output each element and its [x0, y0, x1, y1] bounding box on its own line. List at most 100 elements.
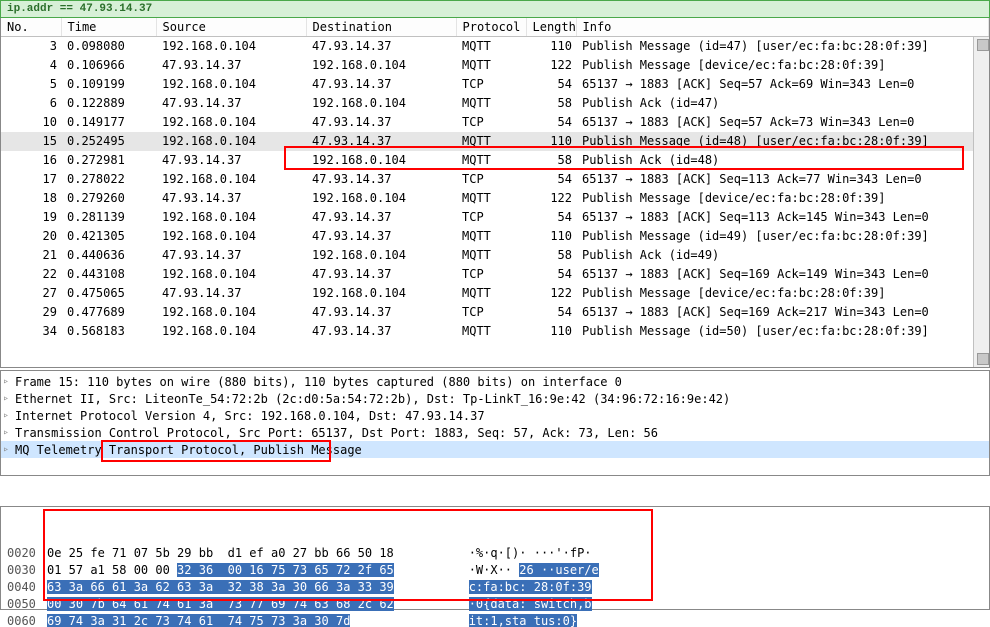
cell: 192.168.0.104 [306, 56, 456, 75]
table-row[interactable]: 190.281139192.168.0.10447.93.14.37TCP546… [1, 208, 989, 227]
cell: 47.93.14.37 [156, 189, 306, 208]
cell: 0.109199 [61, 75, 156, 94]
filter-text: ip.addr == 47.93.14.37 [7, 3, 152, 15]
cell: 0.281139 [61, 208, 156, 227]
cell: MQTT [456, 132, 526, 151]
table-row[interactable]: 220.443108192.168.0.10447.93.14.37TCP546… [1, 265, 989, 284]
cell: 0.475065 [61, 284, 156, 303]
cell: 192.168.0.104 [306, 284, 456, 303]
col-dst[interactable]: Destination [306, 18, 456, 37]
table-row[interactable]: 210.44063647.93.14.37192.168.0.104MQTT58… [1, 246, 989, 265]
hex-row[interactable]: 005000 30 7b 64 61 74 61 3a 73 77 69 74 … [7, 596, 983, 613]
hex-bytes: 00 30 7b 64 61 74 61 3a 73 77 69 74 63 6… [47, 596, 447, 613]
table-row[interactable]: 50.109199192.168.0.10447.93.14.37TCP5465… [1, 75, 989, 94]
cell: 0.272981 [61, 151, 156, 170]
packet-header-row[interactable]: No. Time Source Destination Protocol Len… [1, 18, 989, 37]
cell: MQTT [456, 322, 526, 341]
cell: 192.168.0.104 [306, 246, 456, 265]
hex-addr: 0040 [7, 579, 47, 596]
cell: 65137 → 1883 [ACK] Seq=169 Ack=217 Win=3… [576, 303, 989, 322]
hex-row[interactable]: 006069 74 3a 31 2c 73 74 61 74 75 73 3a … [7, 613, 983, 627]
cell: 47.93.14.37 [156, 284, 306, 303]
table-row[interactable]: 290.477689192.168.0.10447.93.14.37TCP546… [1, 303, 989, 322]
table-row[interactable]: 180.27926047.93.14.37192.168.0.104MQTT12… [1, 189, 989, 208]
cell: MQTT [456, 246, 526, 265]
packet-list-pane[interactable]: No. Time Source Destination Protocol Len… [0, 18, 990, 368]
cell: TCP [456, 265, 526, 284]
col-info[interactable]: Info [576, 18, 989, 37]
col-src[interactable]: Source [156, 18, 306, 37]
table-row[interactable]: 150.252495192.168.0.10447.93.14.37MQTT11… [1, 132, 989, 151]
cell: MQTT [456, 151, 526, 170]
table-row[interactable]: 200.421305192.168.0.10447.93.14.37MQTT11… [1, 227, 989, 246]
cell: 110 [526, 227, 576, 246]
cell: 192.168.0.104 [306, 94, 456, 113]
table-row[interactable]: 170.278022192.168.0.10447.93.14.37TCP546… [1, 170, 989, 189]
detail-line[interactable]: Frame 15: 110 bytes on wire (880 bits), … [1, 373, 989, 390]
cell: 110 [526, 322, 576, 341]
cell: 47.93.14.37 [156, 56, 306, 75]
cell: 65137 → 1883 [ACK] Seq=57 Ack=73 Win=343… [576, 113, 989, 132]
cell: 0.477689 [61, 303, 156, 322]
cell: 16 [1, 151, 61, 170]
cell: 0.440636 [61, 246, 156, 265]
table-row[interactable]: 40.10696647.93.14.37192.168.0.104MQTT122… [1, 56, 989, 75]
col-time[interactable]: Time [61, 18, 156, 37]
cell: 47.93.14.37 [306, 303, 456, 322]
cell: 192.168.0.104 [306, 151, 456, 170]
col-no[interactable]: No. [1, 18, 61, 37]
cell: 122 [526, 56, 576, 75]
hex-addr: 0050 [7, 596, 47, 613]
table-row[interactable]: 30.098080192.168.0.10447.93.14.37MQTT110… [1, 37, 989, 57]
cell: 47.93.14.37 [156, 151, 306, 170]
table-row[interactable]: 100.149177192.168.0.10447.93.14.37TCP546… [1, 113, 989, 132]
cell: TCP [456, 75, 526, 94]
packet-table[interactable]: No. Time Source Destination Protocol Len… [1, 18, 989, 341]
table-row[interactable]: 160.27298147.93.14.37192.168.0.104MQTT58… [1, 151, 989, 170]
cell: Publish Ack (id=49) [576, 246, 989, 265]
col-len[interactable]: Length [526, 18, 576, 37]
detail-line[interactable]: Transmission Control Protocol, Src Port:… [1, 424, 989, 441]
cell: 0.421305 [61, 227, 156, 246]
table-row[interactable]: 60.12288947.93.14.37192.168.0.104MQTT58P… [1, 94, 989, 113]
cell: 10 [1, 113, 61, 132]
hex-row[interactable]: 004063 3a 66 61 3a 62 63 3a 32 38 3a 30 … [7, 579, 983, 596]
col-proto[interactable]: Protocol [456, 18, 526, 37]
cell: 192.168.0.104 [156, 265, 306, 284]
hex-row[interactable]: 00200e 25 fe 71 07 5b 29 bb d1 ef a0 27 … [7, 545, 983, 562]
hex-dump-pane[interactable]: 00200e 25 fe 71 07 5b 29 bb d1 ef a0 27 … [0, 506, 990, 610]
cell: 192.168.0.104 [156, 303, 306, 322]
cell: 15 [1, 132, 61, 151]
cell: 65137 → 1883 [ACK] Seq=57 Ack=69 Win=343… [576, 75, 989, 94]
cell: 0.149177 [61, 113, 156, 132]
cell: Publish Ack (id=48) [576, 151, 989, 170]
cell: 0.098080 [61, 37, 156, 57]
cell: MQTT [456, 189, 526, 208]
hex-row[interactable]: 003001 57 a1 58 00 00 32 36 00 16 75 73 … [7, 562, 983, 579]
cell: 58 [526, 151, 576, 170]
cell: Publish Message (id=47) [user/ec:fa:bc:2… [576, 37, 989, 57]
cell: Publish Message [device/ec:fa:bc:28:0f:3… [576, 284, 989, 303]
hex-ascii: ·0{data: switch,b [469, 596, 669, 613]
hex-addr: 0020 [7, 545, 47, 562]
cell: 192.168.0.104 [156, 322, 306, 341]
table-row[interactable]: 270.47506547.93.14.37192.168.0.104MQTT12… [1, 284, 989, 303]
cell: 192.168.0.104 [156, 113, 306, 132]
hex-ascii: ·%·q·[)· ···'·fP· [469, 545, 669, 562]
packet-scrollbar[interactable] [973, 37, 989, 367]
cell: 192.168.0.104 [156, 37, 306, 57]
table-row[interactable]: 340.568183192.168.0.10447.93.14.37MQTT11… [1, 322, 989, 341]
detail-line[interactable]: MQ Telemetry Transport Protocol, Publish… [1, 441, 989, 458]
cell: 192.168.0.104 [156, 227, 306, 246]
cell: Publish Message (id=49) [user/ec:fa:bc:2… [576, 227, 989, 246]
cell: 0.252495 [61, 132, 156, 151]
cell: 192.168.0.104 [156, 75, 306, 94]
detail-tree-pane[interactable]: Frame 15: 110 bytes on wire (880 bits), … [0, 370, 990, 476]
cell: Publish Message (id=48) [user/ec:fa:bc:2… [576, 132, 989, 151]
cell: 0.568183 [61, 322, 156, 341]
detail-line[interactable]: Ethernet II, Src: LiteonTe_54:72:2b (2c:… [1, 390, 989, 407]
cell: TCP [456, 208, 526, 227]
detail-line[interactable]: Internet Protocol Version 4, Src: 192.16… [1, 407, 989, 424]
hex-bytes: 0e 25 fe 71 07 5b 29 bb d1 ef a0 27 bb 6… [47, 545, 447, 562]
filter-bar[interactable]: ip.addr == 47.93.14.37 [0, 0, 990, 18]
